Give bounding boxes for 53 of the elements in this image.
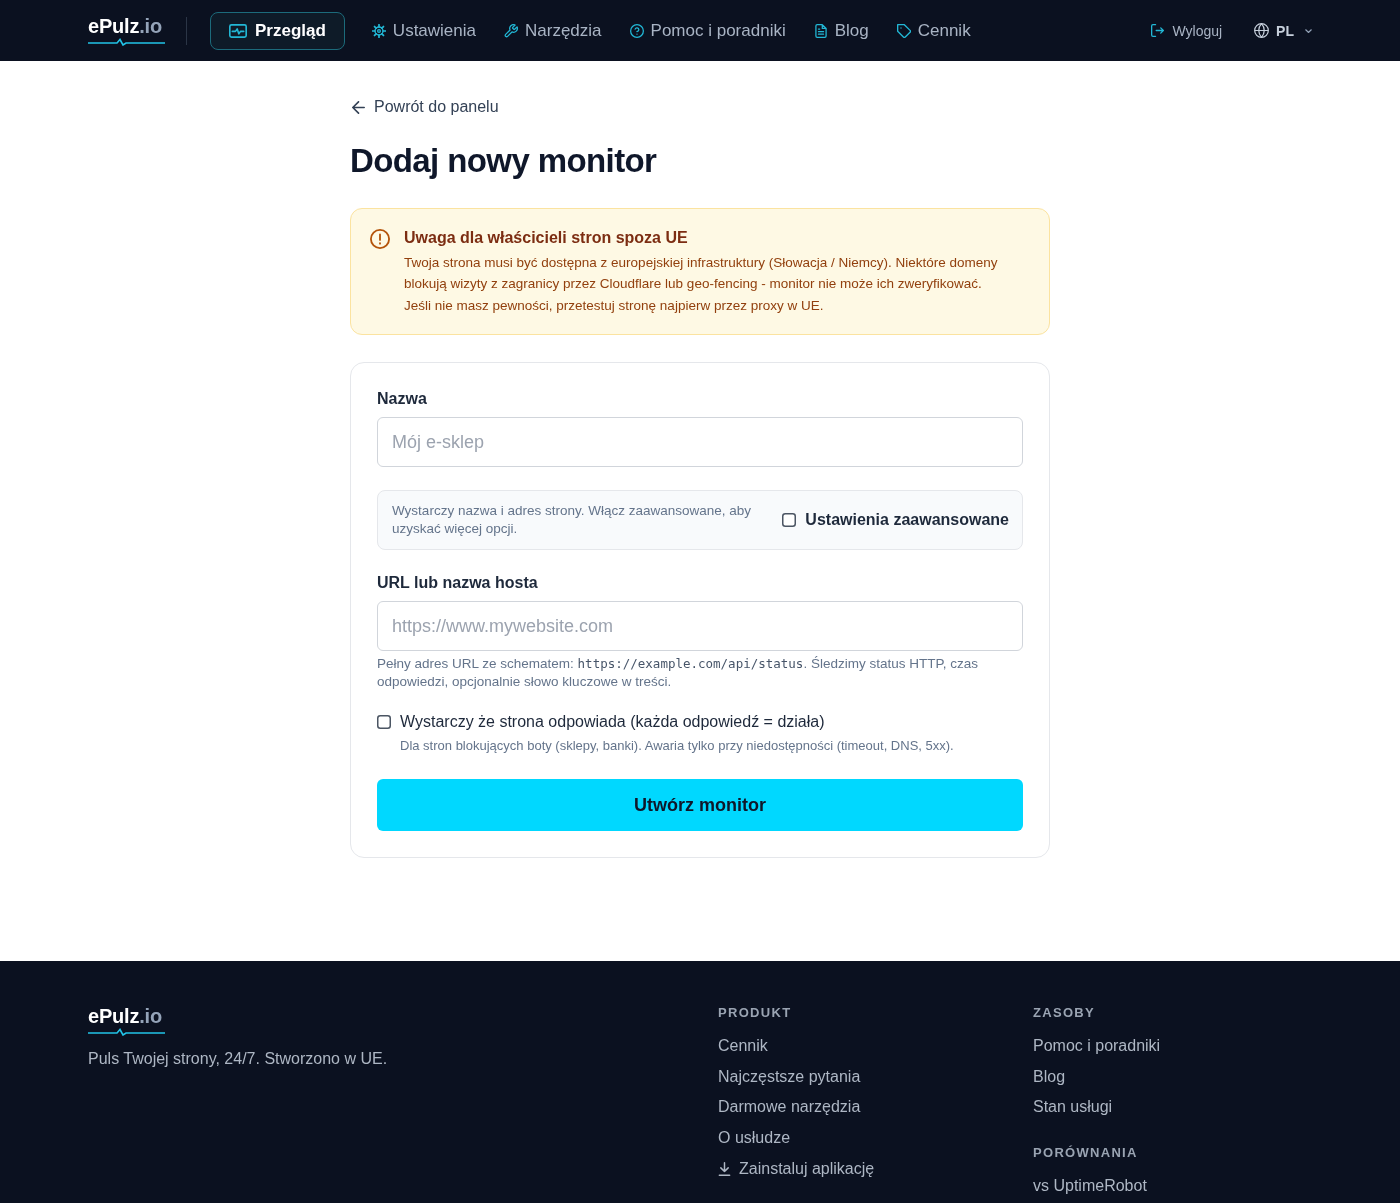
notice-text: Twoja strona musi być dostępna z europejskiej infrastruktury (Słowacja / Niemcy). Niektóre domeny blokują wizyty z zagranicy przez Cloudflare lub geo-fencing - monitor nie może ich zweryfikować. Jeśli nie masz pewności, przetestuj stronę najpierw przez proxy w UE. bbox=[404, 253, 999, 315]
footer-link[interactable]: Darmowe narzędzia bbox=[718, 1097, 861, 1118]
checkbox[interactable] bbox=[782, 513, 797, 527]
back-link[interactable]: Powrót do panelu bbox=[352, 97, 499, 117]
footer-link[interactable]: Cennik bbox=[718, 1036, 768, 1056]
help-icon bbox=[629, 23, 644, 38]
wrench-icon bbox=[504, 23, 518, 38]
checkbox-label[interactable]: Ustawienia zaawansowane bbox=[805, 511, 1009, 529]
footer-link[interactable]: Najczęstsze pytania bbox=[718, 1066, 861, 1087]
footer-tagline: Puls Twojej strony, 24/7. Stworzono w UE. bbox=[88, 1049, 389, 1069]
footer-link[interactable]: vs UptimeRobot bbox=[1033, 1176, 1147, 1197]
url-hint: Pełny adres URL ze schematem: https://example.com/api/status. Śledzimy status HTTP, czas odpowiedzi, opcjonalnie słowo kluczowe w treści. bbox=[377, 655, 979, 691]
logo-text[interactable]: ePulz.io bbox=[88, 15, 162, 37]
page-title: Dodaj nowy monitor bbox=[350, 140, 658, 181]
warning-icon bbox=[370, 228, 390, 249]
arrow-left-icon bbox=[352, 100, 365, 114]
nav-tab[interactable]: Narzędzia bbox=[503, 11, 603, 50]
footer-heading: PORÓWNANIA bbox=[1033, 1145, 1139, 1162]
language-selector[interactable]: PL bbox=[1254, 22, 1312, 39]
chevron-down-icon bbox=[1305, 28, 1312, 33]
nav-tab[interactable]: Ustawienia bbox=[370, 11, 477, 50]
logout-link[interactable]: Wyloguj bbox=[1151, 22, 1223, 39]
pulse-underline-icon bbox=[88, 1028, 165, 1036]
checkbox-hint: Dla stron blokujących boty (sklepy, banki). Awaria tylko przy niedostępności (timeout, DNS, 5xx). bbox=[400, 737, 955, 755]
footer-link[interactable]: Blog bbox=[1033, 1066, 1066, 1087]
logo-text[interactable]: ePulz.io bbox=[88, 1005, 162, 1027]
footer-link[interactable]: Stan usługi bbox=[1033, 1097, 1113, 1118]
footer-link[interactable]: Zainstaluj aplikację bbox=[718, 1158, 875, 1179]
create-monitor-button[interactable]: Utwórz monitor bbox=[377, 779, 1023, 831]
footer-link[interactable]: O usłudze bbox=[718, 1128, 791, 1149]
footer-heading: PRODUKT bbox=[718, 1005, 793, 1021]
nav-tab[interactable]: Cennik bbox=[895, 11, 972, 50]
field-label: Nazwa bbox=[377, 389, 428, 409]
checkbox[interactable] bbox=[377, 715, 391, 729]
logout-icon bbox=[1151, 24, 1165, 37]
info-text: Wystarczy nazwa i adres strony. Włącz zaawansowane, aby uzyskać więcej opcji. bbox=[392, 502, 752, 538]
globe-icon bbox=[1254, 23, 1270, 38]
nav-tab[interactable]: Pomoc i poradniki bbox=[628, 11, 787, 50]
footer-link[interactable]: Pomoc i poradniki bbox=[1033, 1036, 1161, 1056]
nav-tab[interactable]: Przegląd bbox=[210, 11, 345, 50]
monitor-icon bbox=[229, 23, 247, 38]
url-input[interactable]: https://www.mywebsite.com bbox=[377, 601, 1023, 651]
document-icon bbox=[813, 23, 828, 38]
tag-icon bbox=[896, 23, 911, 38]
field-label: URL lub nazwa hosta bbox=[377, 573, 539, 593]
notice-title: Uwaga dla właścicieli stron spoza UE bbox=[404, 227, 689, 248]
checkbox-label[interactable]: Wystarczy że strona odpowiada (każda odpowiedź = działa) bbox=[400, 711, 825, 733]
gear-icon bbox=[371, 23, 386, 38]
nav-tab[interactable]: Blog bbox=[812, 11, 870, 50]
name-input[interactable]: Mój e-sklep bbox=[377, 417, 1023, 467]
pulse-underline-icon bbox=[88, 38, 165, 46]
footer-heading: ZASOBY bbox=[1033, 1005, 1096, 1021]
download-icon bbox=[718, 1161, 731, 1176]
